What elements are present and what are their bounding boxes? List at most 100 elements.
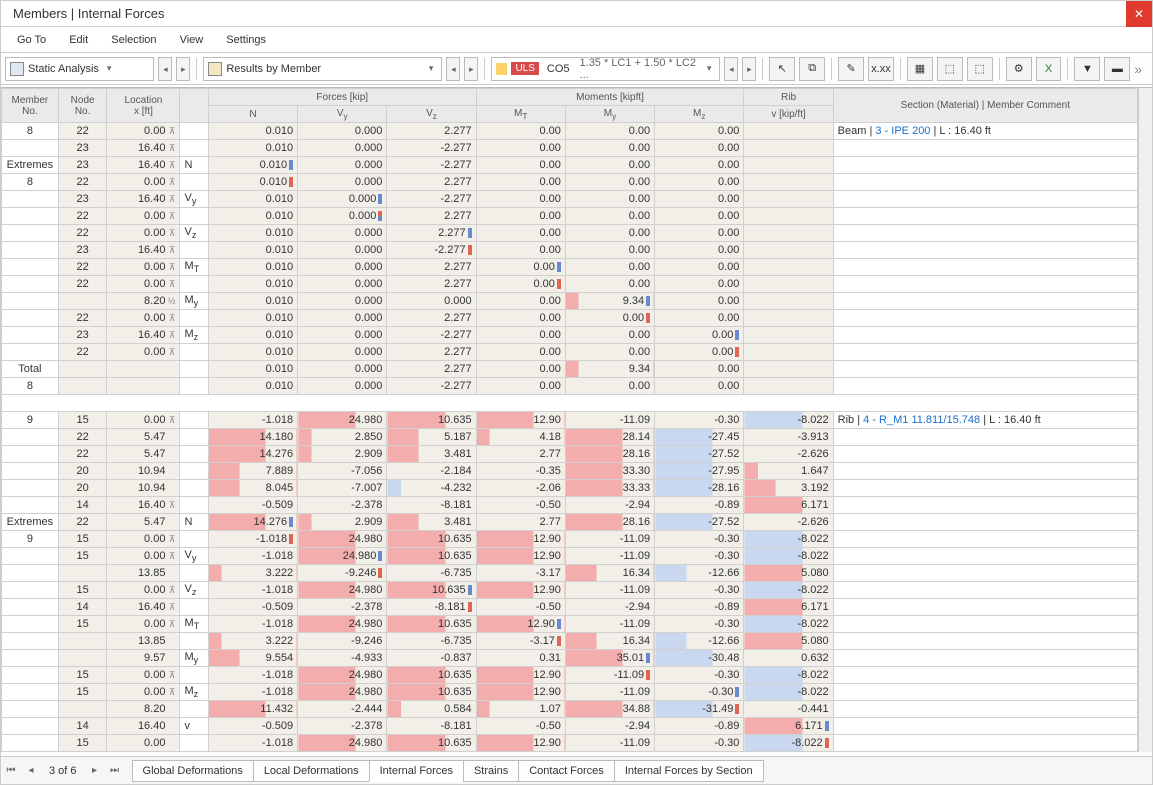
table-cell[interactable]: -11.09 bbox=[565, 412, 654, 429]
section-cell[interactable]: Rib | 4 - R_M1 11.811/15.748 | L : 16.40… bbox=[833, 412, 1137, 429]
table-cell[interactable]: 2.277 bbox=[387, 361, 476, 378]
table-cell[interactable]: 0.00 bbox=[476, 140, 565, 157]
col-my[interactable]: My bbox=[565, 106, 654, 123]
location-cell[interactable]: 0.00 bbox=[107, 735, 180, 752]
table-cell[interactable]: 0.00 bbox=[476, 242, 565, 259]
node-cell[interactable]: 22 bbox=[58, 259, 107, 276]
table-cell[interactable]: -27.45 bbox=[655, 429, 744, 446]
table-cell[interactable]: 0.00 bbox=[655, 242, 744, 259]
location-cell[interactable]: 16.40⊼ bbox=[107, 327, 180, 344]
table-cell[interactable]: 0.00 bbox=[476, 259, 565, 276]
table-cell[interactable]: 0.00 bbox=[655, 361, 744, 378]
table-cell[interactable]: 0.00 bbox=[655, 276, 744, 293]
table-cell[interactable]: -0.509 bbox=[208, 497, 297, 514]
table-cell[interactable]: -2.184 bbox=[387, 463, 476, 480]
table-row[interactable]: 220.00⊼MT0.0100.0002.2770.000.000.00 bbox=[2, 259, 1138, 276]
table-cell[interactable]: 16.34 bbox=[565, 633, 654, 650]
table-cell[interactable]: -9.246 bbox=[298, 633, 387, 650]
table-cell[interactable]: -1.018 bbox=[208, 667, 297, 684]
table-cell[interactable]: 28.16 bbox=[565, 514, 654, 531]
table-cell[interactable]: -2.277 bbox=[387, 140, 476, 157]
table-cell[interactable]: 0.00 bbox=[565, 140, 654, 157]
table-cell[interactable]: -0.89 bbox=[655, 718, 744, 735]
table-cell[interactable]: 0.000 bbox=[298, 140, 387, 157]
table-cell[interactable]: -1.018 bbox=[208, 616, 297, 633]
vertical-scrollbar[interactable] bbox=[1138, 88, 1152, 752]
table-cell[interactable]: -11.09 bbox=[565, 582, 654, 599]
table-cell[interactable]: -0.509 bbox=[208, 718, 297, 735]
table-cell[interactable]: 14.180 bbox=[208, 429, 297, 446]
table-cell[interactable]: 10.635 bbox=[387, 616, 476, 633]
table-cell[interactable]: 0.010 bbox=[208, 208, 297, 225]
table-cell[interactable]: 33.30 bbox=[565, 463, 654, 480]
table-cell[interactable]: 16.34 bbox=[565, 565, 654, 582]
analysis-next[interactable]: ▸ bbox=[176, 57, 190, 81]
table-row[interactable]: 150.00⊼Vy-1.01824.98010.63512.90-11.09-0… bbox=[2, 548, 1138, 565]
table-cell[interactable]: 12.90 bbox=[476, 582, 565, 599]
table-cell[interactable]: 10.635 bbox=[387, 412, 476, 429]
table-cell[interactable]: 24.980 bbox=[298, 684, 387, 701]
table-cell[interactable]: 2.277 bbox=[387, 208, 476, 225]
table-row[interactable]: 220.00⊼0.0100.0002.2770.000.000.00 bbox=[2, 310, 1138, 327]
table-cell[interactable]: -2.378 bbox=[298, 599, 387, 616]
table-cell[interactable]: 0.00 bbox=[565, 310, 654, 327]
table-cell[interactable]: 6.171 bbox=[744, 718, 833, 735]
location-cell[interactable]: 0.00⊼ bbox=[107, 174, 180, 191]
table-cell[interactable]: -2.626 bbox=[744, 514, 833, 531]
node-cell[interactable]: 15 bbox=[58, 616, 107, 633]
node-cell[interactable] bbox=[58, 293, 107, 310]
table-cell[interactable]: -31.49 bbox=[655, 701, 744, 718]
loadcase-next[interactable]: ▸ bbox=[742, 57, 756, 81]
table-cell[interactable]: 0.000 bbox=[298, 293, 387, 310]
table-cell[interactable] bbox=[744, 174, 833, 191]
node-cell[interactable]: 15 bbox=[58, 531, 107, 548]
table-cell[interactable]: 9.34 bbox=[565, 293, 654, 310]
table-cell[interactable]: 2.77 bbox=[476, 446, 565, 463]
table-cell[interactable]: 24.980 bbox=[298, 667, 387, 684]
table-cell[interactable]: 0.000 bbox=[298, 208, 387, 225]
location-cell[interactable]: 0.00⊼ bbox=[107, 548, 180, 565]
table-cell[interactable]: 12.90 bbox=[476, 548, 565, 565]
table-cell[interactable]: 10.635 bbox=[387, 548, 476, 565]
location-cell[interactable]: 0.00⊼ bbox=[107, 310, 180, 327]
tab-internal-forces-by-section[interactable]: Internal Forces by Section bbox=[614, 760, 764, 782]
table-row[interactable]: 220.00⊼0.0100.0002.2770.000.000.00 bbox=[2, 344, 1138, 361]
table-cell[interactable]: 0.00 bbox=[476, 293, 565, 310]
table-cell[interactable]: 35.01 bbox=[565, 752, 654, 753]
table-cell[interactable]: -8.022 bbox=[744, 582, 833, 599]
table-cell[interactable]: -27.52 bbox=[655, 514, 744, 531]
node-cell[interactable]: 22 bbox=[58, 310, 107, 327]
color-scale-icon[interactable]: ▬ bbox=[1104, 57, 1130, 81]
node-cell[interactable]: 22 bbox=[58, 344, 107, 361]
node-cell[interactable]: 20 bbox=[58, 480, 107, 497]
table-row[interactable]: 220.00⊼0.0100.0002.2770.000.000.00 bbox=[2, 208, 1138, 225]
table-cell[interactable]: 0.00 bbox=[655, 191, 744, 208]
table-cell[interactable]: 0.00 bbox=[655, 344, 744, 361]
next-page-button[interactable]: ▸ bbox=[85, 760, 105, 782]
table-cell[interactable]: 6.171 bbox=[744, 497, 833, 514]
first-page-button[interactable]: ⏮ bbox=[1, 760, 21, 782]
select-tool-icon[interactable]: ↖ bbox=[769, 57, 795, 81]
table-cell[interactable]: 7.889 bbox=[208, 463, 297, 480]
location-cell[interactable]: 13.85 bbox=[107, 565, 180, 582]
node-cell[interactable]: 23 bbox=[58, 191, 107, 208]
location-cell[interactable]: 16.40⊼ bbox=[107, 140, 180, 157]
table-cell[interactable]: 3.481 bbox=[387, 514, 476, 531]
node-cell[interactable]: 22 bbox=[58, 429, 107, 446]
location-cell[interactable]: 0.00⊼ bbox=[107, 684, 180, 701]
table-cell[interactable]: -11.09 bbox=[565, 548, 654, 565]
table-cell[interactable]: 0.00 bbox=[655, 208, 744, 225]
table-cell[interactable]: -0.89 bbox=[655, 497, 744, 514]
table-cell[interactable]: -0.509 bbox=[208, 599, 297, 616]
table-cell[interactable]: -11.09 bbox=[565, 531, 654, 548]
table-cell[interactable]: 28.14 bbox=[565, 429, 654, 446]
lasso-select-icon[interactable]: ⧉ bbox=[799, 57, 825, 81]
table-cell[interactable]: -7.007 bbox=[298, 480, 387, 497]
node-cell[interactable]: 20 bbox=[58, 463, 107, 480]
analysis-selector[interactable]: Static Analysis ▾ bbox=[5, 57, 154, 81]
table-cell[interactable]: 0.000 bbox=[298, 327, 387, 344]
table-cell[interactable] bbox=[744, 140, 833, 157]
last-page-button[interactable]: ⏭ bbox=[105, 760, 125, 782]
table-cell[interactable]: 2.277 bbox=[387, 276, 476, 293]
table-row[interactable]: 150.00⊼Mz-1.01824.98010.63512.90-11.09-0… bbox=[2, 684, 1138, 701]
